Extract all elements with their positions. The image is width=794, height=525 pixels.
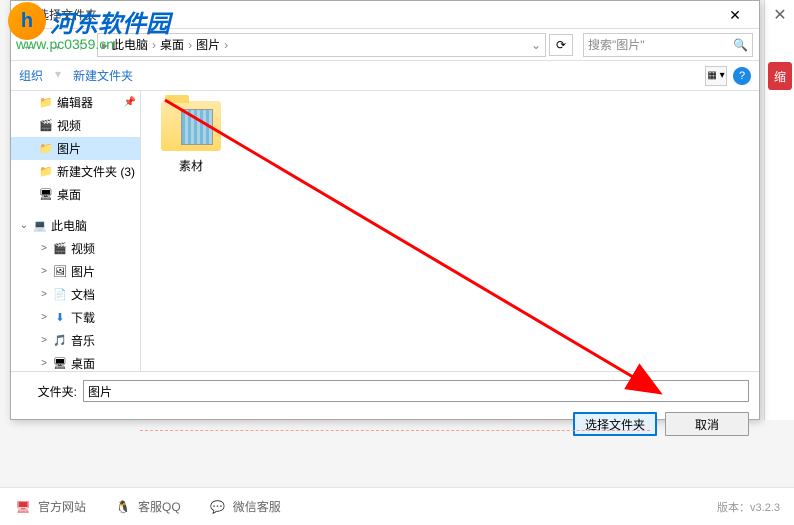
breadcrumb[interactable]: ▸ 此电脑 › 桌面 › 图片 › ⌄ — [97, 33, 546, 57]
sidebar-item-pictures2[interactable]: >🖼图片 — [11, 260, 140, 283]
file-dialog: 选择文件夹 ✕ ← → ↑ ▸ 此电脑 › 桌面 › 图片 › ⌄ ⟳ 搜索"图… — [10, 0, 760, 420]
dialog-title: 选择文件夹 — [37, 6, 97, 23]
wechat-icon: 💬 — [209, 498, 227, 516]
view-button[interactable]: ▦ ▾ — [705, 66, 727, 86]
new-folder-button[interactable]: 新建文件夹 — [73, 67, 133, 84]
shrink-button[interactable]: 缩 — [768, 62, 792, 90]
back-button[interactable]: ← — [17, 33, 41, 57]
sidebar-item-newfolder[interactable]: 📁新建文件夹 (3) — [11, 160, 140, 183]
sidebar-item-computer[interactable]: ⌄💻此电脑 — [11, 214, 140, 237]
breadcrumb-item[interactable]: 图片 — [192, 36, 224, 53]
monitor-icon: 🖥 — [14, 498, 32, 516]
sidebar: 📁编辑器📌 🎬视频 📁图片 📁新建文件夹 (3) 🖥桌面 ⌄💻此电脑 >🎬视频 … — [11, 91, 141, 371]
nav-bar: ← → ↑ ▸ 此电脑 › 桌面 › 图片 › ⌄ ⟳ 搜索"图片" 🔍 — [11, 29, 759, 61]
folder-input[interactable] — [83, 380, 749, 402]
app-icon — [19, 8, 33, 22]
version-label: 版本：v3.2.3 — [717, 499, 780, 515]
folder-icon — [161, 101, 221, 151]
sidebar-item-editor[interactable]: 📁编辑器📌 — [11, 91, 140, 114]
folder-label: 素材 — [151, 157, 231, 174]
sidebar-item-video[interactable]: 🎬视频 — [11, 114, 140, 137]
content-area[interactable]: 素材 — [141, 91, 759, 371]
sidebar-item-music[interactable]: >🎵音乐 — [11, 329, 140, 352]
dropdown-icon[interactable]: ⌄ — [531, 38, 541, 52]
sidebar-item-videos[interactable]: >🎬视频 — [11, 237, 140, 260]
footer: 🖥 官方网站 🐧 客服QQ 💬 微信客服 版本：v3.2.3 — [0, 487, 794, 525]
pin-icon: 📌 — [124, 97, 136, 108]
up-button[interactable]: ↑ — [69, 33, 93, 57]
sidebar-item-pictures[interactable]: 📁图片 — [11, 137, 140, 160]
search-input[interactable]: 搜索"图片" 🔍 — [583, 33, 753, 57]
sidebar-item-downloads[interactable]: >⬇下载 — [11, 306, 140, 329]
folder-item[interactable]: 素材 — [151, 101, 231, 174]
footer-website[interactable]: 🖥 官方网站 — [14, 498, 86, 516]
search-icon: 🔍 — [733, 38, 748, 52]
breadcrumb-item[interactable]: 桌面 — [156, 36, 188, 53]
sidebar-item-desktop[interactable]: 🖥桌面 — [11, 183, 140, 206]
toolbar: 组织 ▾ 新建文件夹 ▦ ▾ ? — [11, 61, 759, 91]
close-button[interactable]: ✕ — [715, 3, 755, 27]
folder-field-label: 文件夹: — [21, 383, 77, 400]
breadcrumb-item[interactable]: 此电脑 — [108, 36, 152, 53]
qq-icon: 🐧 — [114, 498, 132, 516]
cancel-button[interactable]: 取消 — [665, 412, 749, 436]
help-button[interactable]: ? — [733, 67, 751, 85]
footer-qq[interactable]: 🐧 客服QQ — [114, 498, 181, 516]
sidebar-item-docs[interactable]: >📄文档 — [11, 283, 140, 306]
refresh-button[interactable]: ⟳ — [549, 34, 573, 56]
panel-close-icon[interactable]: ✕ — [765, 0, 794, 30]
sidebar-item-desktop2[interactable]: >🖥桌面 — [11, 352, 140, 371]
forward-button[interactable]: → — [43, 33, 67, 57]
organize-button[interactable]: 组织 — [19, 67, 43, 84]
footer-wechat[interactable]: 💬 微信客服 — [209, 498, 281, 516]
dotted-divider — [140, 430, 650, 450]
titlebar: 选择文件夹 ✕ — [11, 1, 759, 29]
